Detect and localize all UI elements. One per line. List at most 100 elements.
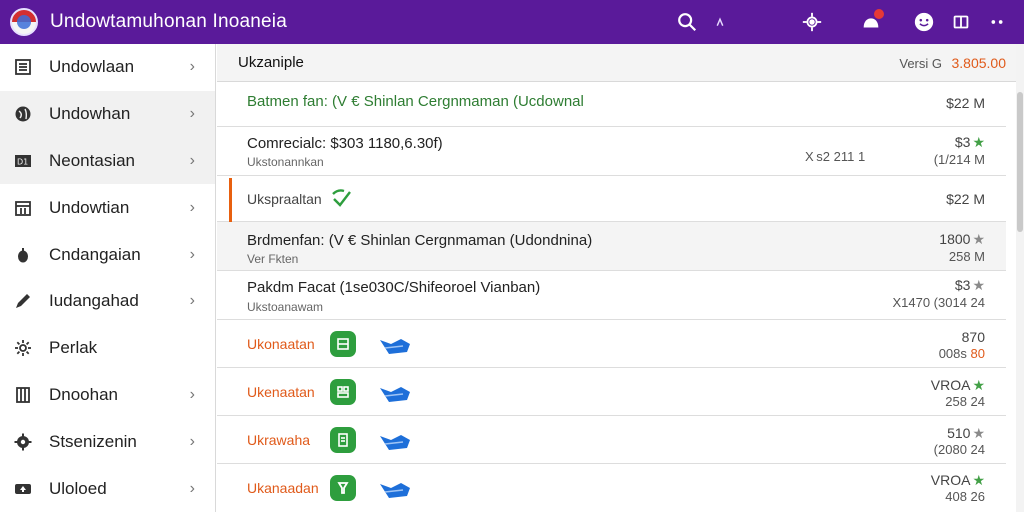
app-title: Undowtamuhonan Inoaneia [50, 11, 287, 32]
list-item[interactable]: Comrecialc: $303 1180,6.30f) Ukstonannka… [217, 127, 1006, 176]
sidebar-item-label: Dnoohan [49, 384, 119, 404]
star-icon: ★ [972, 377, 985, 393]
main-panel: Ukzaniple Versi G 3.805.00 Batmen fan: (… [217, 44, 1024, 512]
shoe-icon[interactable] [377, 380, 413, 406]
globe-icon [14, 105, 32, 123]
item-secondary-value: 008s 80 [938, 346, 985, 361]
smiley-icon[interactable] [910, 8, 938, 36]
star-icon: ★ [972, 277, 985, 293]
page-title: Ukzaniple [238, 54, 304, 71]
chevron-right-icon: › [189, 479, 195, 497]
item-value: VROA ★ [930, 472, 985, 488]
item-title: Pakdm Facat (1se030C/Shifeoroel Vianban) [247, 279, 541, 296]
search-icon[interactable] [673, 8, 701, 36]
list-item[interactable]: Batmen fan: (V € Shinlan Cergnmaman (Ucd… [217, 82, 1006, 127]
shoe-icon[interactable] [377, 428, 413, 454]
item-value: $22 M [946, 191, 985, 207]
version-label: Versi G [899, 56, 942, 71]
sidebar-item-label: Undowhan [49, 104, 131, 124]
sidebar-item-label: Perlak [49, 338, 98, 358]
list-item[interactable]: Ukenaatan VROA ★ 258 24 [217, 368, 1006, 416]
item-secondary-value: (2080 24 [933, 442, 985, 457]
sidebar-item-cndangaian[interactable]: Cndangaian › [0, 231, 215, 278]
item-value: 510 ★ [947, 425, 985, 441]
sidebar-item-iudangahad[interactable]: Iudangahad › [0, 278, 215, 325]
list-item[interactable]: Ukrawaha 510 ★ (2080 24 [217, 416, 1006, 464]
item-label: Ukspraaltan [247, 191, 322, 207]
item-label: Ukenaatan [247, 384, 315, 400]
item-value: 1800 ★ [939, 231, 985, 247]
star-icon: ★ [972, 472, 985, 488]
item-label: Ukrawaha [247, 432, 311, 448]
chevron-right-icon: › [189, 58, 195, 76]
item-title: Comrecialc: $303 1180,6.30f) [247, 135, 443, 152]
sidebar-item-perlak[interactable]: Perlak [0, 325, 215, 372]
version-value: 3.805.00 [951, 55, 1007, 71]
sidebar-item-label: Undowtian [49, 197, 130, 217]
top-bar: Undowtamuhonan Inoaneia [0, 0, 1024, 44]
more-icon[interactable] [983, 8, 1011, 36]
list-item[interactable]: Pakdm Facat (1se030C/Shifeoroel Vianban)… [217, 271, 1006, 320]
window-icon[interactable] [947, 8, 975, 36]
sidebar-item-label: Neontasian [49, 150, 136, 170]
star-icon: ★ [972, 425, 985, 441]
item-value: 870 [961, 329, 985, 345]
app-badge-icon[interactable] [330, 379, 356, 405]
item-value: $3 ★ [954, 277, 985, 293]
item-secondary-value: 258 M [948, 249, 985, 264]
calendar-icon [14, 199, 32, 217]
chevron-right-icon: › [189, 245, 195, 263]
selection-indicator [229, 178, 232, 222]
sidebar-item-neontasian[interactable]: D1 Neontasian › [0, 137, 215, 185]
media-icon: D1 [14, 152, 32, 170]
item-secondary-value: X1470 (3014 24 [892, 295, 985, 310]
sidebar-item-label: Cndangaian [49, 244, 141, 264]
sidebar-item-label: Stsenizenin [49, 431, 137, 451]
pen-icon [14, 292, 32, 310]
shoe-icon[interactable] [377, 332, 413, 358]
app-logo[interactable] [10, 8, 38, 36]
upload-icon [14, 480, 32, 498]
sidebar-item-undowlaan[interactable]: Undowlaan › [0, 44, 215, 91]
svg-text:D1: D1 [17, 157, 28, 166]
list-item[interactable]: Brdmenfan: (V € Shinlan Cergnmaman (Udon… [217, 222, 1006, 271]
item-value: VROA ★ [930, 377, 985, 393]
item-secondary-value: 258 24 [945, 394, 985, 409]
settings-icon[interactable] [798, 8, 826, 36]
refresh-icon[interactable] [330, 187, 354, 209]
item-meta: X s2 211 1 [805, 149, 866, 164]
star-icon: ★ [972, 231, 985, 247]
scrollbar-thumb[interactable] [1017, 92, 1023, 232]
list-item[interactable]: Ukonaatan 870 008s 80 [217, 320, 1006, 368]
scrollbar[interactable] [1016, 44, 1024, 512]
notifications-icon[interactable] [857, 8, 885, 36]
item-title: Batmen fan: (V € Shinlan Cergnmaman (Ucd… [247, 93, 584, 110]
main-header: Ukzaniple Versi G 3.805.00 [217, 44, 1024, 82]
sidebar-item-label: Undowlaan [49, 57, 135, 77]
item-secondary-value: 408 26 [945, 489, 985, 504]
list-icon [14, 58, 32, 76]
app-badge-icon[interactable] [330, 475, 356, 501]
item-label: Ukonaatan [247, 336, 315, 352]
item-value: $22 M [946, 95, 985, 111]
item-secondary-value: (1/214 M [933, 152, 985, 167]
sidebar-item-undowtian[interactable]: Undowtian › [0, 184, 215, 231]
shoe-icon[interactable] [377, 476, 413, 502]
item-subtitle: Ukstoanawam [247, 300, 324, 314]
item-value: $3 ★ [954, 134, 985, 150]
chevron-icon[interactable] [706, 8, 734, 36]
settings-icon [14, 433, 32, 451]
sidebar-item-undowhan[interactable]: Undowhan › [0, 90, 215, 138]
item-subtitle: Ver Fkten [247, 252, 299, 266]
sidebar-item-dnoohan[interactable]: Dnoohan › [0, 372, 215, 419]
sidebar-item-uloloed[interactable]: Uloloed › [0, 465, 215, 512]
sidebar-item-stsenizenin[interactable]: Stsenizenin › [0, 418, 215, 465]
app-badge-icon[interactable] [330, 427, 356, 453]
list-item[interactable]: Ukspraaltan $22 M [217, 176, 1006, 222]
app-badge-icon[interactable] [330, 331, 356, 357]
item-label: Ukanaadan [247, 480, 319, 496]
item-title: Brdmenfan: (V € Shinlan Cergnmaman (Udon… [247, 232, 593, 249]
sidebar-item-label: Iudangahad [49, 291, 139, 311]
chevron-right-icon: › [189, 151, 195, 169]
list-item[interactable]: Ukanaadan VROA ★ 408 26 [217, 464, 1006, 512]
